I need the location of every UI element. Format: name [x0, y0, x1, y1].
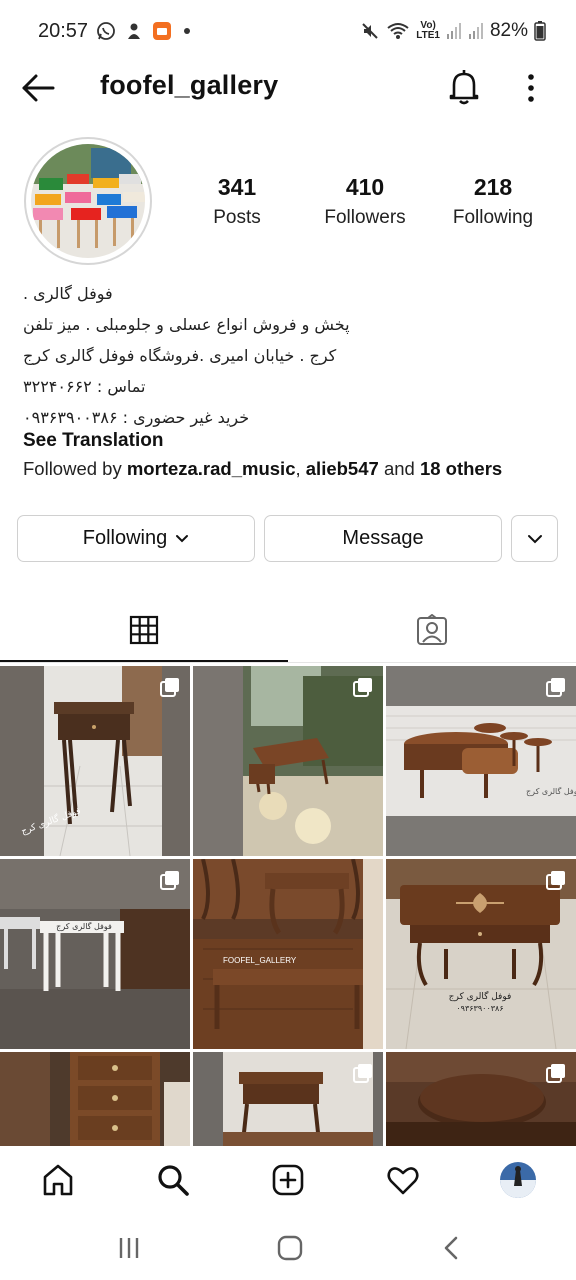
- profile-avatar-ring[interactable]: [24, 137, 152, 265]
- carousel-icon: [160, 678, 179, 697]
- post-image-carved-tables: FOOFEL_GALLERY: [193, 859, 383, 1049]
- grid-icon: [129, 615, 159, 645]
- svg-text:فوفل گالری کرج: فوفل گالری کرج: [56, 921, 112, 931]
- svg-text:فوفل گالری کرج: فوفل گالری کرج: [449, 990, 512, 1002]
- signal-icon-1: [446, 23, 461, 39]
- following-stat[interactable]: 218 Following: [428, 174, 558, 229]
- post-tile[interactable]: [193, 666, 383, 856]
- mutual-follower-1[interactable]: morteza.rad_music: [127, 458, 296, 479]
- bio-line-name: فوفل گالری .: [23, 284, 113, 303]
- back-arrow-icon[interactable]: [20, 72, 56, 104]
- tagged-person-icon: [417, 614, 447, 645]
- post-tile[interactable]: [386, 1052, 576, 1146]
- post-tile[interactable]: [0, 1052, 190, 1146]
- posts-stat[interactable]: 341 Posts: [172, 174, 302, 229]
- post-tile[interactable]: فوفل گالری کرج ۰۹۳۶۳۹۰۰۳۸۶: [386, 859, 576, 1049]
- chevron-down-icon: [527, 534, 542, 543]
- back-system-icon[interactable]: [437, 1234, 467, 1262]
- profile-bio: فوفل گالری . پخش و فروش انواع عسلی و جلو…: [23, 282, 523, 437]
- posts-label: Posts: [213, 207, 261, 228]
- notification-icons: [96, 21, 190, 41]
- chevron-down-icon: [176, 534, 189, 542]
- nav-search[interactable]: [155, 1162, 191, 1198]
- create-icon: [272, 1164, 304, 1196]
- tab-tagged[interactable]: [288, 598, 576, 662]
- carousel-icon: [353, 1064, 372, 1083]
- followers-label: Followers: [324, 207, 406, 228]
- search-icon: [158, 1165, 189, 1196]
- post-tile[interactable]: FOOFEL_GALLERY: [193, 859, 383, 1049]
- bio-line-address: کرج . خیابان امیری .فروشگاه فوفل گالری ک…: [23, 346, 337, 365]
- svg-text:FOOFEL_GALLERY: FOOFEL_GALLERY: [223, 956, 297, 965]
- posts-count: 341: [217, 174, 257, 200]
- more-notifications-dot: [184, 28, 190, 34]
- carousel-icon: [546, 871, 565, 890]
- home-icon: [43, 1164, 73, 1196]
- home-system-icon[interactable]: [275, 1234, 305, 1262]
- following-button-label: Following: [82, 527, 168, 549]
- post-tile[interactable]: فوفل گالری کرج: [386, 666, 576, 856]
- post-image-drawer-chest: [0, 1052, 190, 1146]
- profile-avatar[interactable]: [31, 144, 145, 258]
- suggested-accounts-button[interactable]: [511, 515, 558, 562]
- activity-heart-icon: [387, 1167, 419, 1195]
- avatar-photo-chairs: [31, 144, 145, 258]
- app-notification-icon: [128, 23, 140, 39]
- bio-line-description: پخش و فروش انواع عسلی و جلومبلی . میز تل…: [23, 315, 350, 334]
- system-navigation: [0, 1214, 576, 1280]
- more-options-icon[interactable]: [518, 70, 544, 106]
- profile-header: foofel_gallery: [0, 64, 576, 112]
- nav-home[interactable]: [40, 1162, 76, 1198]
- followers-stat[interactable]: 410 Followers: [300, 174, 430, 229]
- carousel-icon: [160, 871, 179, 890]
- recent-apps-icon[interactable]: [114, 1234, 144, 1262]
- signal-icon-2: [468, 23, 483, 39]
- tab-divider: [0, 662, 576, 663]
- following-label: Following: [452, 207, 534, 228]
- carousel-icon: [353, 678, 372, 697]
- nav-activity[interactable]: [385, 1162, 421, 1198]
- bio-line-phone: تماس : ۳۲۲۴۰۶۶۲: [23, 377, 146, 396]
- network-type: Vo) LTE1: [416, 20, 440, 41]
- notifications-bell-icon[interactable]: [446, 68, 482, 106]
- message-button[interactable]: Message: [264, 515, 502, 562]
- whatsapp-icon: [97, 22, 115, 40]
- svg-text:فوفل گالری کرج: فوفل گالری کرج: [526, 786, 576, 796]
- mutual-followers-others[interactable]: 18 others: [420, 458, 502, 479]
- battery-percent: 82%: [489, 20, 528, 41]
- shop-notification-icon: [153, 22, 171, 40]
- post-tile[interactable]: فوفل گالری کرج: [0, 859, 190, 1049]
- post-tile[interactable]: فوفل گالری کرج: [0, 666, 190, 856]
- carousel-icon: [546, 1064, 565, 1083]
- svg-text:۰۹۳۶۳۹۰۰۳۸۶: ۰۹۳۶۳۹۰۰۳۸۶: [456, 1004, 503, 1013]
- bottom-navigation: [0, 1146, 576, 1214]
- see-translation-link[interactable]: See Translation: [23, 430, 163, 452]
- message-button-label: Message: [342, 527, 424, 549]
- following-button[interactable]: Following: [17, 515, 255, 562]
- carousel-icon: [546, 678, 565, 697]
- system-status: Vo) LTE1 82%: [360, 20, 546, 42]
- profile-username: foofel_gallery: [100, 70, 279, 100]
- nav-create[interactable]: [270, 1162, 306, 1198]
- tab-posts-grid[interactable]: [0, 598, 288, 662]
- battery-icon: [534, 21, 546, 41]
- status-time: 20:57: [38, 20, 89, 42]
- followed-by-text[interactable]: Followed by morteza.rad_music, alieb547 …: [23, 458, 502, 480]
- post-tile[interactable]: [193, 1052, 383, 1146]
- followers-count: 410: [345, 174, 385, 200]
- mute-icon: [362, 23, 378, 39]
- profile-avatar-small: [500, 1162, 536, 1198]
- wifi-icon: [387, 23, 409, 39]
- following-count: 218: [473, 174, 513, 200]
- nav-profile[interactable]: [500, 1162, 536, 1198]
- status-bar: 20:57 Vo) LTE1 82%: [0, 0, 576, 64]
- mutual-follower-2[interactable]: alieb547: [306, 458, 379, 479]
